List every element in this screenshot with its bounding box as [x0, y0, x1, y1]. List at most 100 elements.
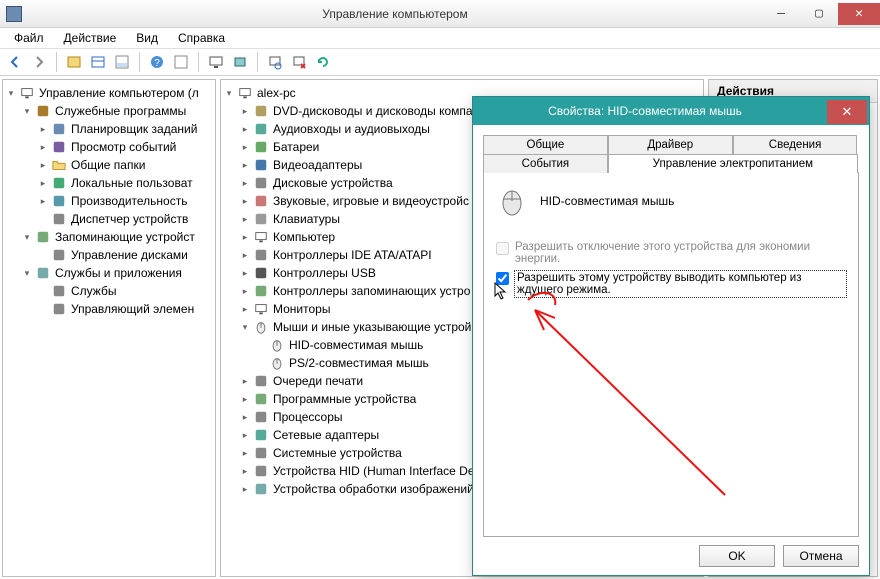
tab-content: HID-совместимая мышь Разрешить отключени…	[483, 172, 859, 537]
close-button[interactable]: ✕	[838, 3, 880, 25]
tool-icon-1[interactable]	[63, 51, 85, 73]
expander-icon[interactable]: ▾	[21, 231, 33, 243]
back-icon[interactable]	[4, 51, 26, 73]
checkbox-row-2[interactable]: Разрешить этому устройству выводить комп…	[496, 271, 846, 297]
left-tree-item-8[interactable]: ▾Запоминающие устройст	[5, 228, 213, 246]
left-tree-item-9[interactable]: Управление дисками	[5, 246, 213, 264]
left-panel[interactable]: ▾Управление компьютером (л▾Служебные про…	[2, 79, 216, 577]
forward-icon[interactable]	[28, 51, 50, 73]
tool-icon-5[interactable]	[229, 51, 251, 73]
help-icon[interactable]: ?	[146, 51, 168, 73]
expander-icon[interactable]: ▸	[239, 213, 251, 225]
expander-icon[interactable]: ▸	[37, 141, 49, 153]
tools-icon	[35, 103, 51, 119]
left-tree-item-2[interactable]: ▸Планировщик заданий	[5, 120, 213, 138]
left-tree-label: Службы	[71, 284, 116, 298]
left-tree-item-7[interactable]: Диспетчер устройств	[5, 210, 213, 228]
left-tree-item-12[interactable]: Управляющий элемен	[5, 300, 213, 318]
expander-icon[interactable]: ▸	[239, 123, 251, 135]
dialog-close-button[interactable]: ✕	[827, 100, 867, 124]
dialog-titlebar: Свойства: HID-совместимая мышь ✕	[473, 97, 869, 125]
expander-icon[interactable]: ▸	[239, 375, 251, 387]
left-tree-label: Службы и приложения	[55, 266, 182, 280]
expander-icon[interactable]: ▸	[239, 411, 251, 423]
expander-icon[interactable]: ▸	[239, 141, 251, 153]
menu-file[interactable]: Файл	[6, 29, 52, 47]
ok-button[interactable]: OK	[699, 545, 775, 567]
left-tree-item-0[interactable]: ▾Управление компьютером (л	[5, 84, 213, 102]
left-tree-item-11[interactable]: Службы	[5, 282, 213, 300]
tab-details[interactable]: Сведения	[733, 135, 858, 154]
expander-icon[interactable]: ▸	[239, 429, 251, 441]
refresh-icon[interactable]	[312, 51, 334, 73]
menu-help[interactable]: Справка	[170, 29, 233, 47]
expander-icon[interactable]: ▾	[5, 87, 17, 99]
expander-icon[interactable]: ▸	[239, 285, 251, 297]
menu-action[interactable]: Действие	[56, 29, 125, 47]
expander-icon[interactable]: ▸	[239, 483, 251, 495]
expander-icon[interactable]: ▸	[239, 177, 251, 189]
left-tree-item-10[interactable]: ▾ Службы и приложения	[5, 264, 213, 282]
tool-icon-2[interactable]	[87, 51, 109, 73]
device-tree-label: Дисковые устройства	[273, 176, 393, 190]
expander-icon[interactable]: ▾	[21, 267, 33, 279]
device-tree-label: DVD-дисководы и дисководы компа	[273, 104, 473, 118]
expander-icon[interactable]: ▸	[239, 105, 251, 117]
expander-icon[interactable]: ▸	[239, 159, 251, 171]
tool-icon-3[interactable]	[111, 51, 133, 73]
svg-text:?: ?	[154, 58, 160, 69]
expander-icon[interactable]: ▾	[21, 105, 33, 117]
left-tree-item-1[interactable]: ▾Служебные программы	[5, 102, 213, 120]
device-tree-label: Видеоадаптеры	[273, 158, 362, 172]
audio-icon	[253, 121, 269, 137]
tool-icon-4[interactable]	[170, 51, 192, 73]
storage-icon	[35, 229, 51, 245]
tab-power[interactable]: Управление электропитанием	[608, 154, 858, 173]
pc-icon	[253, 229, 269, 245]
expander-icon[interactable]: ▸	[239, 267, 251, 279]
expander-icon[interactable]: ▸	[37, 159, 49, 171]
services-icon	[35, 265, 51, 281]
expander-icon[interactable]: ▸	[239, 447, 251, 459]
monitor-icon[interactable]	[205, 51, 227, 73]
device-tree-label: Контроллеры запоминающих устро	[273, 284, 470, 298]
cancel-button[interactable]: Отмена	[783, 545, 859, 567]
left-tree-item-4[interactable]: ▸Общие папки	[5, 156, 213, 174]
minimize-button[interactable]: —	[762, 3, 800, 25]
scan-icon[interactable]	[264, 51, 286, 73]
left-tree-item-5[interactable]: ▸ Локальные пользоват	[5, 174, 213, 192]
disk-icon	[51, 247, 67, 263]
expander-icon[interactable]: ▸	[239, 231, 251, 243]
menu-view[interactable]: Вид	[128, 29, 166, 47]
device-name-label: HID-совместимая мышь	[540, 194, 674, 208]
expander-icon[interactable]: ▸	[37, 177, 49, 189]
keyboard-icon	[253, 211, 269, 227]
left-tree-item-6[interactable]: ▸ Производительность	[5, 192, 213, 210]
expander-icon[interactable]: ▾	[239, 321, 251, 333]
tab-driver[interactable]: Драйвер	[608, 135, 733, 154]
allow-wake-checkbox[interactable]	[496, 272, 509, 285]
expander-icon[interactable]: ▸	[239, 195, 251, 207]
left-tree-label: Управляющий элемен	[71, 302, 194, 316]
expander-icon[interactable]: ▸	[239, 393, 251, 405]
expander-icon[interactable]: ▸	[37, 195, 49, 207]
event-icon	[51, 139, 67, 155]
disable-icon[interactable]	[288, 51, 310, 73]
expander-icon[interactable]: ▾	[223, 87, 235, 99]
expander-icon[interactable]: ▸	[239, 249, 251, 261]
allow-poweroff-label: Разрешить отключение этого устройства дл…	[515, 241, 846, 265]
expander-icon[interactable]: ▸	[37, 123, 49, 135]
pc-icon	[237, 85, 253, 101]
expander-icon[interactable]: ▸	[239, 303, 251, 315]
mouse-icon	[269, 355, 285, 371]
left-tree-label: Локальные пользоват	[71, 176, 193, 190]
users-icon	[51, 175, 67, 191]
battery-icon	[253, 139, 269, 155]
left-tree-item-3[interactable]: ▸Просмотр событий	[5, 138, 213, 156]
properties-dialog: Свойства: HID-совместимая мышь ✕ Общие Д…	[472, 96, 870, 576]
tab-events[interactable]: События	[483, 154, 608, 173]
tab-general[interactable]: Общие	[483, 135, 608, 154]
maximize-button[interactable]: ▢	[800, 3, 838, 25]
left-tree-label: Производительность	[71, 194, 187, 208]
expander-icon[interactable]: ▸	[239, 465, 251, 477]
